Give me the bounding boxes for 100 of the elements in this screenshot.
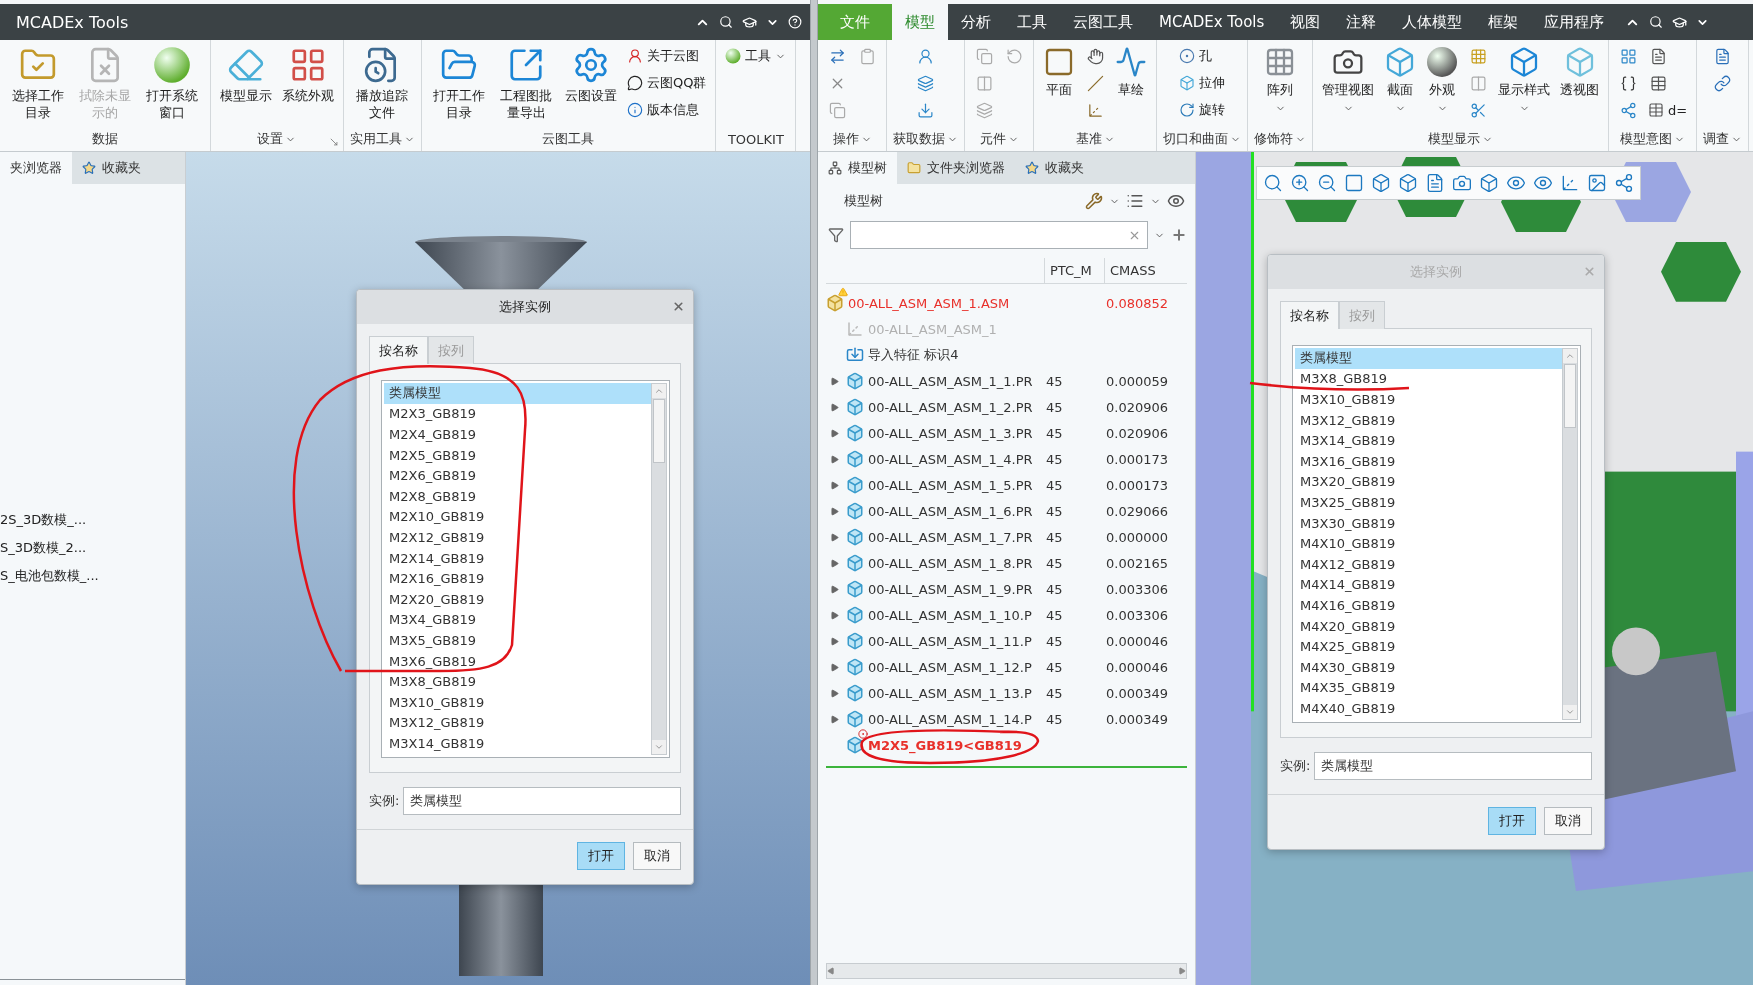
tree-item-label[interactable]: 00-ALL_ASM_ASM_1_6.PR bbox=[868, 503, 1033, 519]
list-item[interactable]: M4X20_GB819 bbox=[1295, 615, 1562, 637]
expand-arrow-icon[interactable] bbox=[829, 506, 839, 516]
tree-item-label[interactable]: 00-ALL_ASM_ASM_1_10.P bbox=[868, 607, 1032, 623]
tree-item-label[interactable]: 00-ALL_ASM_ASM_1_14.P bbox=[868, 711, 1032, 727]
tree-item-label[interactable]: 00-ALL_ASM_ASM_1_8.PR bbox=[868, 555, 1033, 571]
ribbon-button[interactable]: 拉伸 bbox=[1176, 71, 1228, 95]
list-item[interactable]: M2X6_GB819 bbox=[384, 465, 651, 486]
expand-arrow-icon[interactable] bbox=[829, 662, 839, 672]
tree-item-label[interactable]: 00-ALL_ASM_ASM_1_11.P bbox=[868, 633, 1032, 649]
ribbon-button[interactable]: 孔 bbox=[1176, 44, 1228, 68]
list-item[interactable]: M2X20_GB819 bbox=[384, 588, 651, 610]
ribbon-button[interactable]: 关于云图 bbox=[623, 44, 710, 68]
list-item[interactable]: M3X20_GB819 bbox=[1295, 471, 1562, 493]
ribbon-button[interactable]: 显示样式 bbox=[1495, 44, 1553, 116]
zoom-in-icon[interactable] bbox=[1290, 173, 1310, 193]
expand-arrow-icon[interactable] bbox=[829, 480, 839, 490]
list-item[interactable]: M3X12_GB819 bbox=[384, 712, 651, 734]
ribbon-button[interactable]: 云图设置 bbox=[561, 44, 620, 107]
expand-arrow-icon[interactable] bbox=[829, 532, 839, 542]
list-item[interactable]: M2X8_GB819 bbox=[384, 485, 651, 507]
tab[interactable]: 按名称 bbox=[1280, 301, 1339, 329]
panel-tab[interactable]: 收藏夹 bbox=[72, 152, 151, 184]
expand-arrow-icon[interactable] bbox=[829, 454, 839, 464]
cube-icon[interactable] bbox=[1371, 173, 1391, 193]
list-item[interactable]: M3X6_GB819 bbox=[384, 650, 651, 672]
expand-arrow-icon[interactable] bbox=[829, 428, 839, 438]
ribbon-button[interactable]: 选择工作目录 bbox=[6, 44, 70, 124]
list-item[interactable]: M4X12_GB819 bbox=[1295, 553, 1562, 575]
ribbon-tab[interactable]: MCADEx Tools bbox=[1146, 4, 1278, 40]
expand-arrow-icon[interactable] bbox=[829, 610, 839, 620]
tree-item-label[interactable]: 00-ALL_ASM_ASM_1_4.PR bbox=[868, 451, 1033, 467]
list-item[interactable]: M3X10_GB819 bbox=[384, 691, 651, 713]
list-item[interactable]: M3X8_GB819 bbox=[384, 671, 651, 692]
ribbon-tab[interactable]: 工具 bbox=[1004, 4, 1060, 40]
instance-field[interactable]: 类属模型 bbox=[1314, 752, 1592, 780]
list-item[interactable]: M2X14_GB819 bbox=[384, 547, 651, 569]
scrollbar[interactable] bbox=[1562, 348, 1578, 720]
list-item[interactable]: M3X12_GB819 bbox=[1295, 409, 1562, 431]
tree-item-label[interactable]: M2X5_GB819<GB819 bbox=[868, 737, 1022, 753]
list-item[interactable]: M3X4_GB819 bbox=[384, 609, 651, 631]
scroll-right-icon[interactable] bbox=[1178, 967, 1186, 975]
ribbon-tab[interactable]: 云图工具 bbox=[1060, 4, 1146, 40]
panel-tab[interactable]: 文件夹浏览器 bbox=[897, 152, 1015, 184]
ribbon-button[interactable]: 工程图批量导出 bbox=[494, 44, 558, 124]
image-icon[interactable] bbox=[1587, 173, 1607, 193]
panel-tab[interactable]: 模型树 bbox=[818, 152, 897, 184]
list-item[interactable]: 类属模型 bbox=[1295, 348, 1562, 369]
list-icon[interactable] bbox=[1126, 192, 1144, 210]
ribbon-button[interactable]: 平面 bbox=[1040, 44, 1078, 101]
list-item[interactable]: M2X16_GB819 bbox=[384, 568, 651, 589]
camera-icon[interactable] bbox=[1452, 173, 1472, 193]
scroll-thumb[interactable] bbox=[653, 399, 665, 463]
expand-arrow-icon[interactable] bbox=[829, 584, 839, 594]
axes-icon[interactable] bbox=[1560, 173, 1580, 193]
file-item[interactable]: 2S_3D数模_... bbox=[0, 506, 185, 534]
dialog-button[interactable]: 取消 bbox=[633, 842, 681, 870]
column-header[interactable]: CMASS bbox=[1104, 258, 1194, 283]
dialog-button[interactable]: 取消 bbox=[1544, 807, 1592, 835]
ribbon-button[interactable]: 播放追踪文件 bbox=[350, 44, 414, 124]
tree-item-label[interactable]: 00-ALL_ASM_ASM_1_12.P bbox=[868, 659, 1032, 675]
scroll-thumb[interactable] bbox=[1564, 364, 1576, 428]
dialog-button[interactable]: 打开 bbox=[1488, 807, 1536, 835]
ribbon-button[interactable]: d= bbox=[1645, 98, 1691, 122]
list-item[interactable]: M3X8_GB819 bbox=[1295, 368, 1562, 390]
list-item[interactable]: M4X10_GB819 bbox=[1295, 533, 1562, 554]
list-item[interactable]: M3X10_GB819 bbox=[1295, 389, 1562, 410]
list-item[interactable]: M4X35_GB819 bbox=[1295, 677, 1562, 699]
eye-icon[interactable] bbox=[1167, 192, 1185, 210]
list-item[interactable]: M3X14_GB819 bbox=[1295, 430, 1562, 451]
ribbon-tab[interactable]: 分析 bbox=[948, 4, 1004, 40]
ribbon-button[interactable]: 模型显示 bbox=[216, 44, 275, 107]
expand-arrow-icon[interactable] bbox=[829, 402, 839, 412]
instance-field[interactable]: 类属模型 bbox=[403, 787, 681, 815]
search-icon[interactable] bbox=[719, 15, 733, 29]
ribbon-tab[interactable]: 人体模型 bbox=[1389, 4, 1476, 40]
file-item[interactable]: S_电池包数模_... bbox=[0, 562, 185, 590]
tree-item-label[interactable]: 00-ALL_ASM_ASM_1_7.PR bbox=[868, 529, 1033, 545]
tab[interactable]: 按名称 bbox=[369, 336, 428, 364]
ribbon-button[interactable]: 管理视图 bbox=[1319, 44, 1377, 116]
panel-tab[interactable]: 夹浏览器 bbox=[0, 152, 72, 184]
square-icon[interactable] bbox=[1344, 173, 1364, 193]
add-icon[interactable] bbox=[1171, 227, 1187, 243]
list-item[interactable]: M4X14_GB819 bbox=[1295, 574, 1562, 596]
tree-item-label[interactable]: 00-ALL_ASM_ASM_1_5.PR bbox=[868, 477, 1033, 493]
list-item[interactable]: M3X30_GB819 bbox=[1295, 512, 1562, 534]
expand-arrow-icon[interactable] bbox=[829, 714, 839, 724]
ribbon-button[interactable]: 透视图 bbox=[1557, 44, 1602, 101]
ribbon-tab[interactable]: 应用程序 bbox=[1531, 4, 1618, 40]
zoom-out-icon[interactable] bbox=[1317, 173, 1337, 193]
tree-item-label[interactable]: 导入特征 标识4 bbox=[868, 346, 959, 364]
zoom-icon[interactable] bbox=[1263, 173, 1283, 193]
expand-arrow-icon[interactable] bbox=[829, 376, 839, 386]
expand-arrow-icon[interactable] bbox=[829, 688, 839, 698]
cube-icon[interactable] bbox=[1479, 173, 1499, 193]
tree-item-label[interactable]: 00-ALL_ASM_ASM_1_1.PR bbox=[868, 373, 1033, 389]
file-item[interactable]: S_3D数模_2... bbox=[0, 534, 185, 562]
share-icon[interactable] bbox=[1614, 173, 1634, 193]
list-item[interactable]: M4X16_GB819 bbox=[1295, 595, 1562, 616]
column-header[interactable]: PTC_M bbox=[1044, 258, 1104, 283]
